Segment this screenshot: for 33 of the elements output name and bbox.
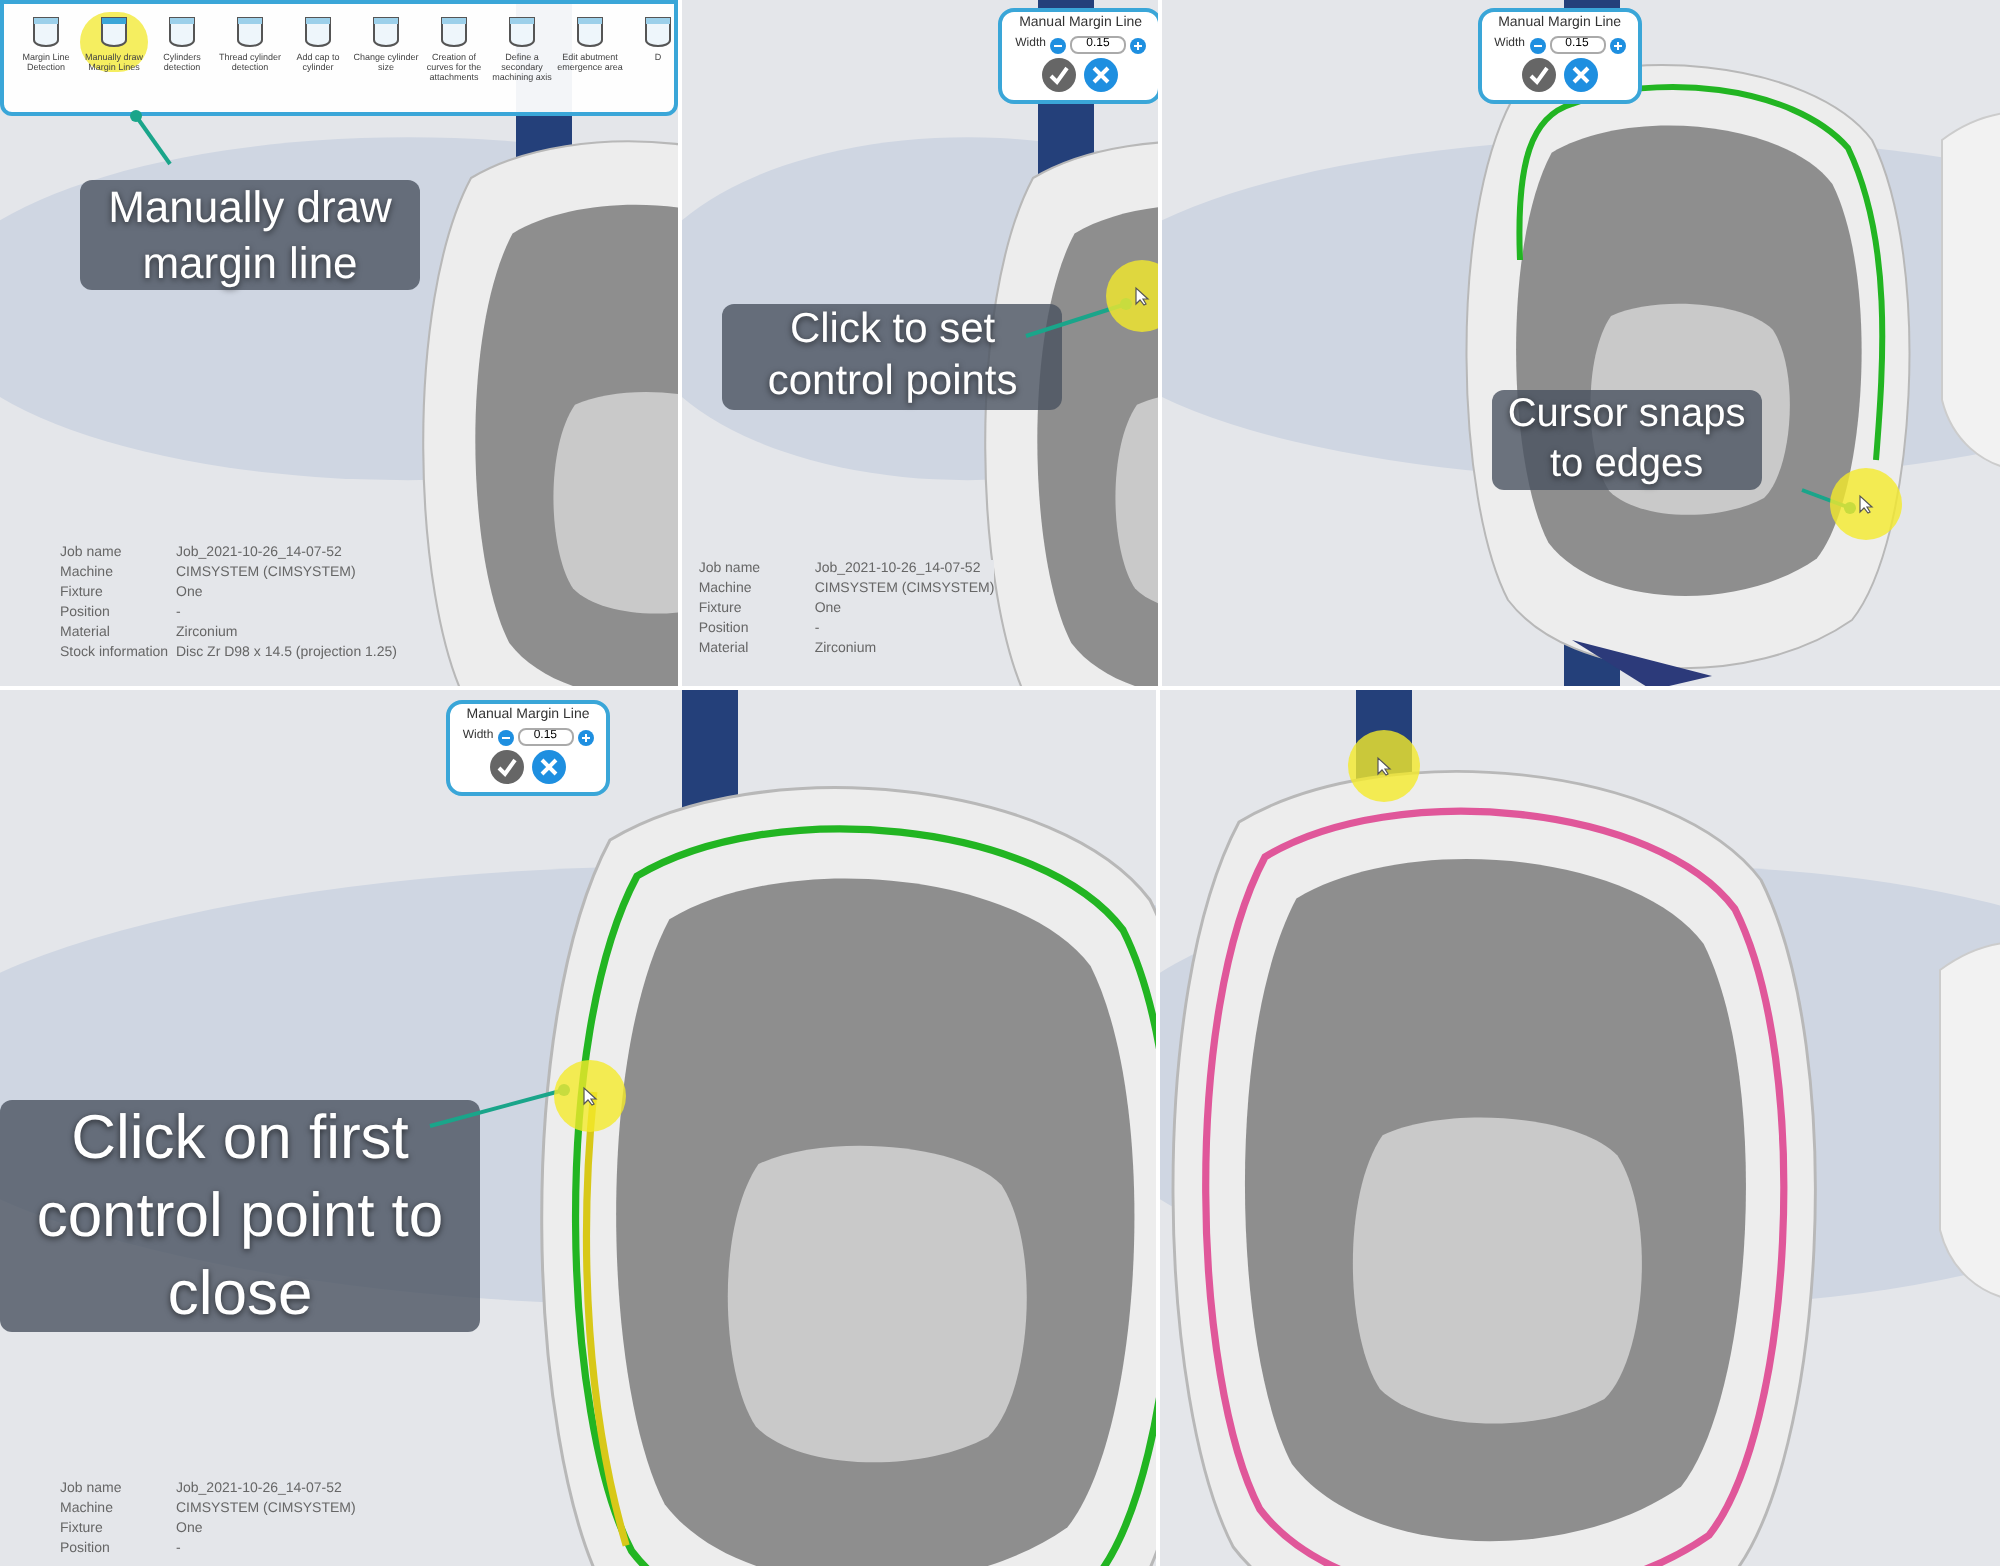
cancel-button[interactable] xyxy=(1563,58,1598,92)
check-icon xyxy=(1527,64,1550,86)
close-icon xyxy=(540,758,558,776)
instruction-caption: Manually draw margin line xyxy=(80,180,420,290)
tool-icon xyxy=(232,12,268,52)
confirm-button[interactable] xyxy=(490,750,524,784)
minus-icon[interactable] xyxy=(1049,37,1066,53)
close-icon xyxy=(1092,66,1111,84)
tool-icon xyxy=(572,12,608,52)
instruction-caption: Cursor snaps to edges xyxy=(1491,390,1762,490)
tool-icon xyxy=(504,12,540,52)
confirm-button[interactable] xyxy=(1042,58,1077,92)
tool-icon xyxy=(164,12,200,52)
instruction-caption: Click on first control point to close xyxy=(0,1100,480,1333)
plus-icon[interactable] xyxy=(1609,37,1625,53)
tool-icon xyxy=(28,12,64,52)
tool-icon xyxy=(640,12,675,52)
plus-icon[interactable] xyxy=(577,729,594,745)
tool-icon xyxy=(436,12,472,52)
minus-icon[interactable] xyxy=(497,729,514,745)
instruction-caption: Click to set control points xyxy=(722,304,1063,409)
confirm-button[interactable] xyxy=(1521,58,1556,92)
cancel-button[interactable] xyxy=(532,750,566,784)
tool-icon xyxy=(368,12,404,52)
tool-icon xyxy=(96,12,132,52)
minus-icon[interactable] xyxy=(1529,37,1545,53)
tool-icon xyxy=(300,12,336,52)
plus-icon[interactable] xyxy=(1129,37,1146,53)
pointer-arrow xyxy=(130,110,172,166)
cancel-button[interactable] xyxy=(1084,58,1119,92)
close-icon xyxy=(1571,66,1590,84)
check-icon xyxy=(496,756,518,778)
check-icon xyxy=(1048,64,1071,86)
